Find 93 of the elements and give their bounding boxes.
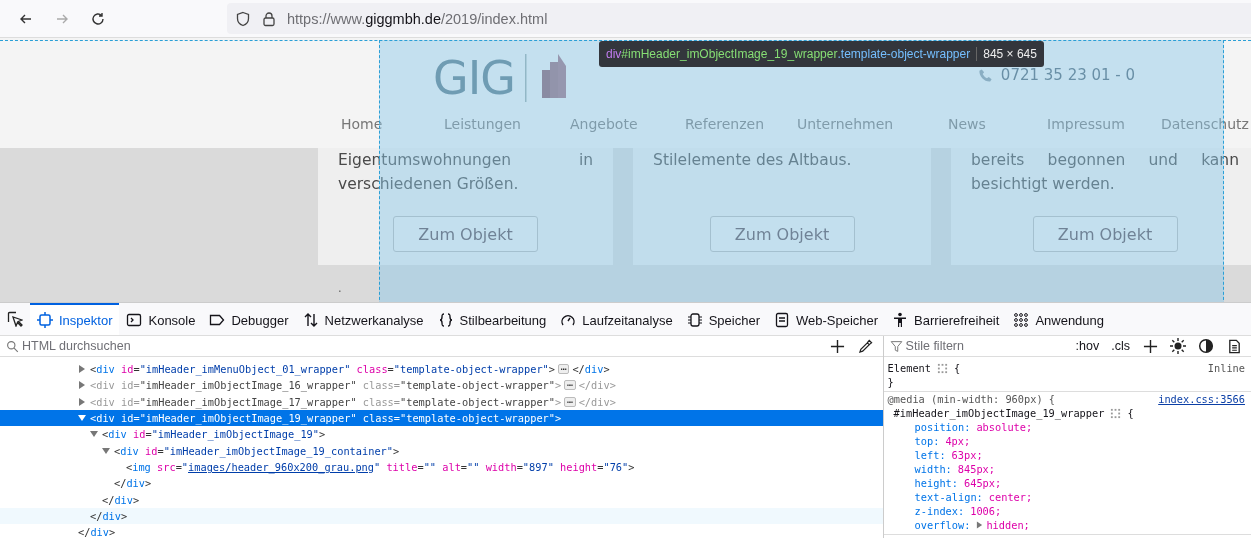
- details-button[interactable]: Zum Objekt: [709, 216, 855, 252]
- html-closing-tag: </div>: [572, 363, 610, 376]
- element-tooltip: div#imHeader_imObjectImage_19_wrapper.template-object-wrapper 845 × 645: [599, 41, 1044, 67]
- plus-icon: [830, 338, 846, 354]
- rule-selector: Element: [887, 362, 931, 374]
- tag-icon: [209, 312, 226, 328]
- css-property[interactable]: z-index:: [914, 505, 965, 517]
- brace: {: [954, 362, 961, 374]
- html-closing-tag: </div>: [578, 379, 616, 392]
- filter-icon: [889, 339, 903, 353]
- url-text: https://www.giggmbh.de/2019/index.html: [287, 10, 548, 27]
- phone-icon: [977, 67, 993, 83]
- dotted-grid-icon[interactable]: [1110, 407, 1122, 419]
- collapsed-content-badge[interactable]: ⋯: [558, 364, 570, 375]
- media-query: @media (min-width: 960px) {: [887, 393, 1055, 405]
- rule-source: Inline: [1207, 362, 1245, 374]
- devtools-tab[interactable]: Web-Speicher: [766, 303, 886, 335]
- css-value[interactable]: 4px;: [945, 435, 971, 447]
- css-property[interactable]: position:: [914, 421, 971, 433]
- card-text: Eigentumswohnungen in verschiedenen Größen.: [338, 150, 594, 195]
- arrows-icon: [302, 312, 319, 328]
- css-value[interactable]: 63px;: [951, 449, 983, 461]
- css-property[interactable]: top:: [914, 435, 940, 447]
- css-value[interactable]: 1006;: [970, 505, 1002, 517]
- grid-icon: [1013, 312, 1030, 328]
- css-value[interactable]: 645px;: [964, 477, 1002, 489]
- css-property[interactable]: overflow:: [914, 519, 971, 531]
- css-property[interactable]: left:: [914, 449, 946, 461]
- nav-link[interactable]: Home: [341, 116, 444, 132]
- css-value[interactable]: absolute;: [976, 421, 1033, 433]
- devtools-tab[interactable]: Speicher: [679, 303, 767, 335]
- address-bar[interactable]: https://www.giggmbh.de/2019/index.html: [227, 3, 1251, 34]
- html-search-field[interactable]: HTML durchsuchen: [22, 339, 821, 353]
- search-icon: [6, 339, 19, 353]
- card-text: Stilelemente des Altbaus.: [653, 150, 853, 171]
- sun-icon: [1170, 338, 1186, 354]
- gauge-icon: [560, 312, 577, 328]
- chip-icon: [686, 312, 703, 328]
- phone-text: 0721 35 23 01 - 0: [1000, 66, 1136, 84]
- html-node-line[interactable]: </div>: [90, 509, 128, 522]
- dotted-grid-icon[interactable]: [937, 362, 948, 374]
- cursor-icon: [7, 311, 23, 327]
- document-icon: [773, 312, 790, 328]
- html-node-line[interactable]: <div id="imHeader_imObjectImage_19_container">: [114, 444, 400, 457]
- frame-icon: [37, 312, 53, 328]
- brace: }: [887, 376, 894, 388]
- light-theme-button[interactable]: [1167, 337, 1189, 355]
- css-value[interactable]: 845px;: [957, 463, 995, 475]
- details-button[interactable]: Zum Objekt: [393, 216, 539, 252]
- html-node-line[interactable]: <div id="imHeader_imObjectImage_16_wrapper" class="template-object-wrapper">: [90, 379, 562, 392]
- pseudo-class-toggle[interactable]: :hov: [1072, 339, 1103, 353]
- footer-text: .: [338, 280, 342, 295]
- html-node-line[interactable]: <div id="imHeader_imObjectImage_19">: [102, 428, 326, 441]
- css-value[interactable]: center;: [988, 491, 1033, 503]
- reload-icon: [90, 10, 106, 27]
- css-value[interactable]: hidden;: [986, 519, 1030, 531]
- devtools-tab[interactable]: Debugger: [202, 303, 296, 335]
- devtools-tab[interactable]: Barrierefreiheit: [885, 303, 1007, 335]
- details-button[interactable]: Zum Objekt: [1032, 216, 1178, 252]
- rule-selector: #imHeader_imObjectImage_19_wrapper: [893, 407, 1105, 419]
- expand-arrow-icon[interactable]: [976, 521, 984, 529]
- html-node-line[interactable]: <div id="imHeader_imObjectImage_17_wrapper" class="template-object-wrapper">: [90, 395, 562, 408]
- collapsed-content-badge[interactable]: ⋯: [564, 380, 576, 391]
- devtools-tab[interactable]: Laufzeitanalyse: [553, 303, 680, 335]
- html-node-line[interactable]: </div>: [102, 493, 140, 506]
- braces-icon: [437, 312, 454, 328]
- html-node-line[interactable]: </div>: [78, 526, 116, 538]
- devtools-tab[interactable]: Anwendung: [1006, 303, 1112, 335]
- lock-icon: [261, 10, 277, 27]
- css-property[interactable]: height:: [914, 477, 958, 489]
- brace: {: [1127, 407, 1134, 419]
- document-icon: [1226, 338, 1242, 354]
- styles-filter-field[interactable]: Stile filtern: [905, 339, 1067, 353]
- html-closing-tag: </div>: [578, 395, 616, 408]
- shield-icon: [235, 10, 251, 27]
- terminal-icon: [126, 312, 143, 328]
- css-property[interactable]: width:: [914, 463, 952, 475]
- devtools-tab[interactable]: Inspektor: [30, 303, 120, 335]
- card-text: bereits begonnen und kann besichtigt werden.: [971, 150, 1239, 195]
- html-node-line[interactable]: </div>: [114, 477, 152, 490]
- contrast-icon: [1198, 338, 1214, 354]
- collapsed-content-badge[interactable]: ⋯: [564, 396, 576, 407]
- html-node-line[interactable]: <img src="images/header_960x200_grau.png" title="" alt="" width="897" height="76">: [126, 460, 635, 473]
- css-property[interactable]: text-align:: [914, 491, 983, 503]
- plus-icon: [1142, 338, 1158, 354]
- html-node-line[interactable]: <div id="imHeader_imMenuObject_01_wrapper" class="template-object-wrapper">: [90, 363, 555, 376]
- devtools-tab[interactable]: Stilbearbeitung: [430, 303, 554, 335]
- pseudo-class-toggle[interactable]: .cls: [1108, 339, 1133, 353]
- person-icon: [892, 312, 909, 328]
- logo-text: GIG: [433, 55, 515, 101]
- stylesheet-link[interactable]: index.css:3566: [1158, 393, 1245, 405]
- devtools-tab[interactable]: Netzwerkanalyse: [295, 303, 431, 335]
- devtools-tab[interactable]: Konsole: [119, 303, 203, 335]
